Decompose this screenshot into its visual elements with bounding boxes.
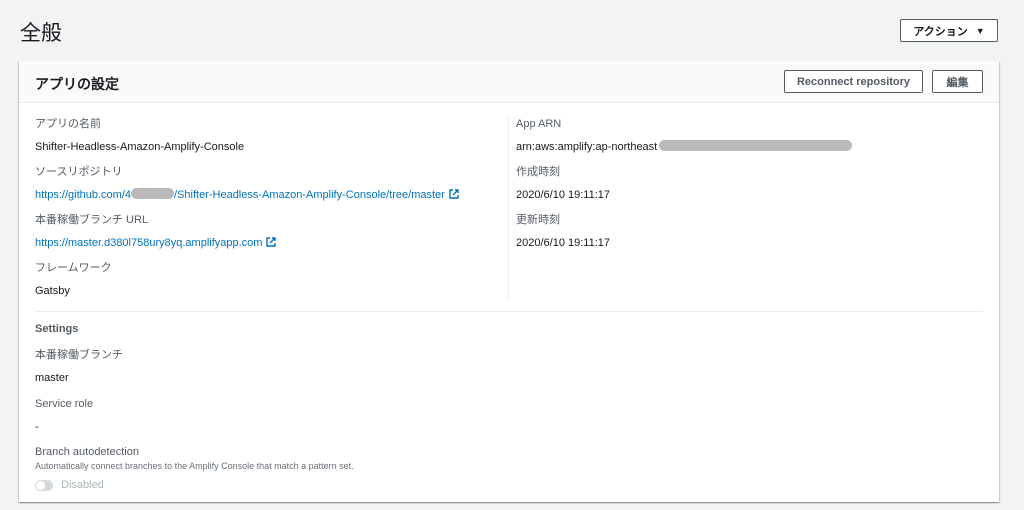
card-title: アプリの設定 [35, 76, 119, 92]
card-header: アプリの設定 Reconnect repository 編集 [19, 61, 999, 103]
production-url-label: 本番稼働ブランチ URL [35, 214, 149, 226]
app-name-label: アプリの名前 [35, 118, 101, 130]
production-branch-value: master [35, 372, 69, 384]
edit-button[interactable]: 編集 [932, 70, 983, 93]
section-divider [35, 311, 983, 312]
framework-field: フレームワーク Gatsby [35, 261, 112, 298]
branch-autodetection-toggle-row: Disabled [35, 479, 354, 491]
app-arn-field: App ARN arn:aws:amplify:ap-northeast [516, 117, 853, 154]
production-url-link[interactable]: https://master.d380l758ury8yq.amplifyapp… [35, 237, 262, 249]
service-role-value: - [35, 421, 39, 433]
app-name-value: Shifter-Headless-Amazon-Amplify-Console [35, 141, 245, 153]
source-repository-link[interactable]: https://github.com/4/Shifter-Headless-Am… [35, 188, 445, 201]
created-time-field: 作成時刻 2020/6/10 19:11:17 [516, 165, 610, 202]
column-divider [508, 117, 509, 300]
source-repository-suffix: /Shifter-Headless-Amazon-Amplify-Console… [174, 189, 445, 201]
settings-title: Settings [35, 323, 79, 335]
external-link-icon[interactable] [266, 237, 277, 247]
caret-down-icon: ▼ [975, 25, 985, 36]
branch-autodetection-label: Branch autodetection [35, 446, 139, 458]
production-url-field: 本番稼働ブランチ URL https://master.d380l758ury8… [35, 213, 277, 250]
updated-time-value: 2020/6/10 19:11:17 [516, 237, 610, 249]
reconnect-repository-button[interactable]: Reconnect repository [784, 70, 923, 93]
updated-time-label: 更新時刻 [516, 214, 560, 226]
toggle-knob [36, 480, 45, 490]
app-settings-card: アプリの設定 Reconnect repository 編集 アプリの名前 Sh… [19, 61, 999, 502]
source-repository-label: ソースリポジトリ [35, 166, 123, 178]
redaction-bar [659, 140, 853, 151]
source-repository-prefix: https://github.com/4 [35, 189, 131, 201]
created-time-label: 作成時刻 [516, 166, 560, 178]
source-repository-field: ソースリポジトリ https://github.com/4/Shifter-He… [35, 165, 459, 202]
app-arn-value: arn:aws:amplify:ap-northeast [516, 141, 658, 153]
branch-autodetection-state: Disabled [61, 479, 104, 491]
branch-autodetection-help: Automatically connect branches to the Am… [35, 461, 354, 471]
app-arn-label: App ARN [516, 118, 562, 130]
created-time-value: 2020/6/10 19:11:17 [516, 189, 610, 201]
actions-dropdown-button[interactable]: アクション ▼ [900, 19, 998, 42]
app-arn-row: arn:aws:amplify:ap-northeast [516, 140, 853, 154]
framework-value: Gatsby [35, 285, 70, 297]
actions-label: アクション [913, 25, 968, 38]
external-link-icon[interactable] [449, 189, 459, 199]
truncated-breadcrumb [0, 0, 1024, 6]
framework-label: フレームワーク [35, 262, 112, 274]
updated-time-field: 更新時刻 2020/6/10 19:11:17 [516, 213, 610, 250]
production-url-link-row: https://master.d380l758ury8yq.amplifyapp… [35, 236, 277, 250]
page-title: 全般 [20, 22, 62, 45]
branch-autodetection-field: Branch autodetection Automatically conne… [35, 445, 354, 491]
toggle-icon[interactable] [35, 479, 53, 491]
service-role-label: Service role [35, 398, 94, 410]
app-name-field: アプリの名前 Shifter-Headless-Amazon-Amplify-C… [35, 117, 244, 154]
production-branch-label: 本番稼働ブランチ [35, 349, 123, 361]
redaction-bar [131, 188, 174, 199]
service-role-field: Service role - [35, 397, 93, 434]
production-branch-field: 本番稼働ブランチ master [35, 348, 123, 385]
source-repository-link-row: https://github.com/4/Shifter-Headless-Am… [35, 188, 459, 202]
